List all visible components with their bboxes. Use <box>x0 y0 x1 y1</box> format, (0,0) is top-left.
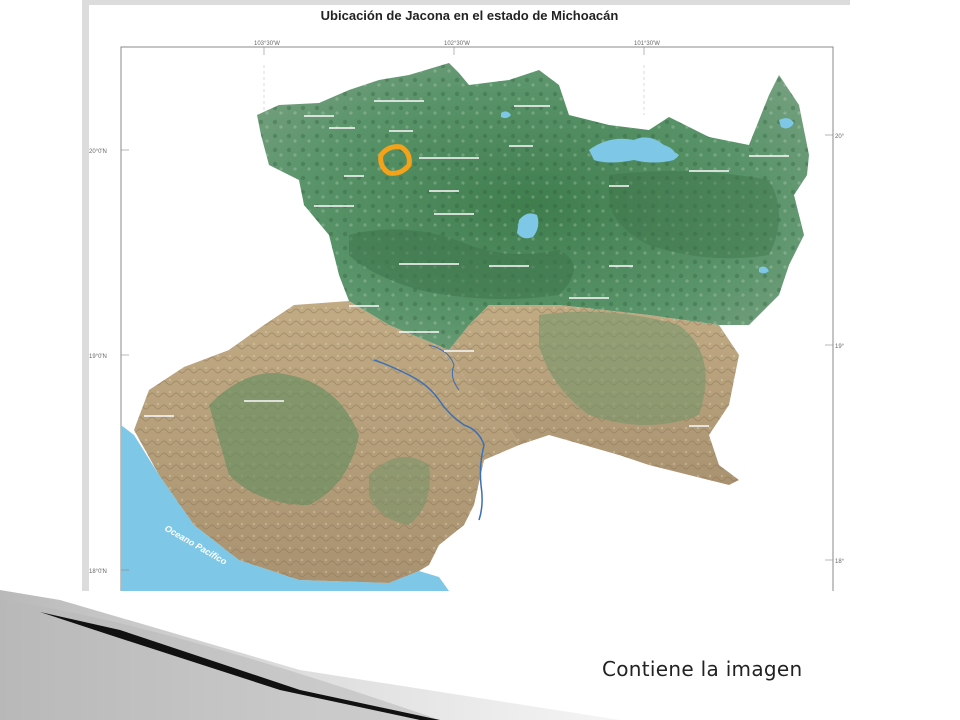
map-frame: Oceano Pacifico 103°30'W 102°30'W 101°30… <box>82 0 850 591</box>
slide-caption: Contiene la imagen <box>602 657 803 681</box>
left-tick-1: 20°0'N <box>89 149 107 155</box>
top-tick-3: 101°30'W <box>634 41 660 47</box>
map-image: Oceano Pacifico 103°30'W 102°30'W 101°30… <box>89 5 850 591</box>
slide-decoration-swoosh <box>0 590 620 720</box>
slide: Oceano Pacifico 103°30'W 102°30'W 101°30… <box>0 0 960 720</box>
left-tick-3: 18°0'N <box>89 569 107 575</box>
left-tick-2: 19°0'N <box>89 354 107 360</box>
right-tick-1: 20° <box>835 134 845 140</box>
right-tick-2: 19° <box>835 344 845 350</box>
map-title: Ubicación de Jacona en el estado de Mich… <box>320 8 619 23</box>
michoacan-map: Oceano Pacifico 103°30'W 102°30'W 101°30… <box>89 41 845 591</box>
right-tick-3: 18° <box>835 559 845 565</box>
top-tick-2: 102°30'W <box>444 41 470 47</box>
top-tick-1: 103°30'W <box>254 41 280 47</box>
